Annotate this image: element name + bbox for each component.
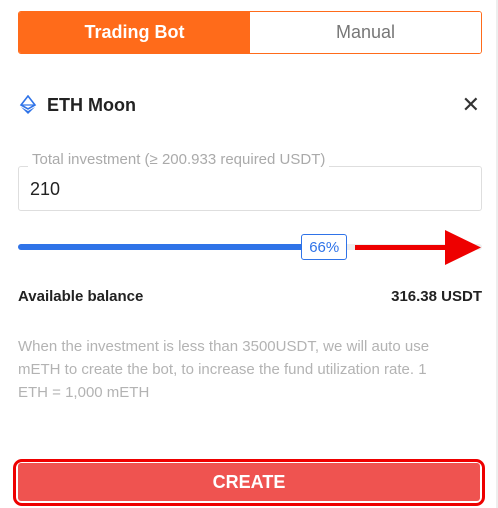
info-note: When the investment is less than 3500USD… bbox=[18, 338, 430, 401]
slider-thumb[interactable]: 66% bbox=[301, 234, 348, 260]
bot-name: ETH Moon bbox=[47, 94, 136, 115]
right-arrow-icon bbox=[355, 230, 481, 265]
bot-header: ETH Moon ✕ bbox=[18, 92, 482, 118]
mode-tabs: Trading Bot Manual bbox=[18, 11, 482, 54]
ethereum-icon bbox=[18, 95, 38, 115]
close-icon[interactable]: ✕ bbox=[462, 92, 480, 118]
available-balance-value: 316.38 USDT bbox=[391, 287, 482, 305]
create-button[interactable]: CREATE bbox=[18, 463, 480, 501]
investment-input[interactable] bbox=[30, 175, 470, 203]
available-balance-label: Available balance bbox=[18, 287, 144, 305]
tab-manual[interactable]: Manual bbox=[250, 12, 481, 53]
available-balance-row: Available balance 316.38 USDT bbox=[18, 286, 482, 306]
slider-fill bbox=[18, 244, 325, 250]
tab-trading-bot[interactable]: Trading Bot bbox=[19, 12, 250, 53]
investment-label: Total investment (≥ 200.933 required USD… bbox=[28, 151, 330, 168]
